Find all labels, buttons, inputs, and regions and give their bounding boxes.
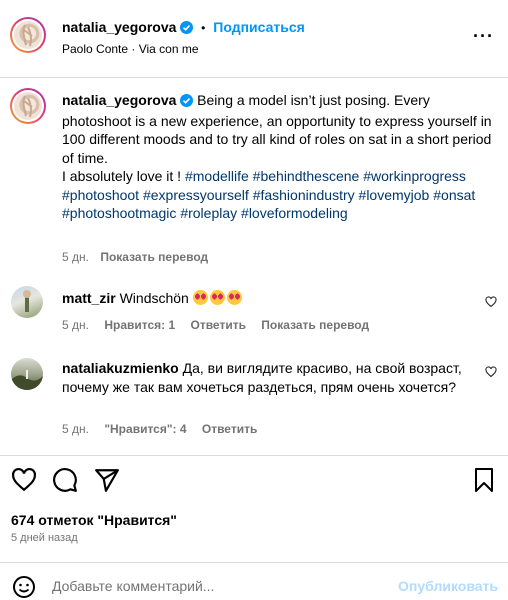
verified-badge-icon	[180, 21, 194, 37]
like-heart-icon[interactable]	[11, 467, 37, 493]
emoji-picker-icon[interactable]	[12, 575, 36, 599]
comment: nataliakuzmienko Да, ви виглядите красив…	[62, 359, 462, 397]
follow-button[interactable]: Подписаться	[213, 19, 305, 35]
caption-line2: I absolutely love it !	[62, 168, 185, 184]
comment-username[interactable]: matt_zir	[62, 290, 116, 306]
comment-bubble-icon[interactable]	[52, 467, 78, 493]
hashtag[interactable]: #lovemyjob	[359, 187, 430, 203]
separator-dot: •	[201, 21, 206, 35]
hashtag[interactable]: #roleplay	[180, 205, 237, 221]
comment-username[interactable]: nataliakuzmienko	[62, 360, 179, 376]
hashtag[interactable]: #modellife	[185, 168, 249, 184]
verified-badge-icon	[180, 93, 194, 112]
caption-story-ring[interactable]	[10, 88, 46, 124]
translate-link[interactable]: Показать перевод	[261, 318, 369, 332]
avatar	[14, 21, 42, 49]
share-send-icon[interactable]	[94, 467, 120, 493]
caption: natalia_yegorova Being a model isn’t jus…	[62, 91, 492, 223]
like-comment-heart-icon[interactable]	[485, 296, 497, 308]
more-options-icon[interactable]: ···	[473, 26, 494, 47]
caption-avatar	[14, 92, 42, 120]
translate-link[interactable]: Показать перевод	[100, 250, 208, 264]
add-comment-input[interactable]: Добавьте комментарий...	[52, 578, 214, 594]
comment-likes[interactable]: Нравится: 1	[104, 318, 175, 332]
comment-time[interactable]: 5 дн.	[62, 422, 89, 436]
commenter-avatar[interactable]	[11, 286, 43, 318]
hashtag[interactable]: #fashionindustry	[253, 187, 355, 203]
hashtag[interactable]: #loveformodeling	[241, 205, 348, 221]
heart-eyes-emoji-icon	[226, 290, 242, 305]
heart-eyes-emoji-icon	[209, 290, 225, 305]
comment-time[interactable]: 5 дн.	[62, 318, 89, 332]
hashtag[interactable]: #photoshootmagic	[62, 205, 176, 221]
publish-button[interactable]: Опубликовать	[398, 578, 498, 594]
comment-likes[interactable]: "Нравится": 4	[104, 422, 186, 436]
reply-button[interactable]: Ответить	[202, 422, 257, 436]
caption-username[interactable]: natalia_yegorova	[62, 92, 176, 108]
likes-count[interactable]: 674 отметок "Нравится"	[11, 512, 177, 528]
post-header: natalia_yegorova • Подписаться Paolo Con…	[0, 0, 508, 78]
reply-button[interactable]: Ответить	[191, 318, 246, 332]
comment: matt_zir Windschön	[62, 289, 244, 308]
caption-time[interactable]: 5 дн.	[62, 250, 89, 264]
like-comment-heart-icon[interactable]	[485, 366, 497, 378]
commenter-avatar[interactable]	[11, 358, 43, 390]
hashtag[interactable]: #behindthescene	[253, 168, 360, 184]
story-ring[interactable]	[10, 17, 46, 53]
hashtag[interactable]: #expressyourself	[143, 187, 249, 203]
comment-text: Windschön	[119, 290, 189, 306]
post-date[interactable]: 5 дней назад	[11, 532, 78, 544]
audio-label[interactable]: Paolo Conte · Via con me	[62, 42, 199, 56]
header-username[interactable]: natalia_yegorova	[62, 19, 176, 35]
heart-eyes-emoji-icon	[192, 290, 208, 305]
hashtag[interactable]: #photoshoot	[62, 187, 139, 203]
hashtag[interactable]: #onsat	[433, 187, 475, 203]
save-bookmark-icon[interactable]	[472, 467, 496, 493]
hashtag[interactable]: #workinprogress	[363, 168, 466, 184]
